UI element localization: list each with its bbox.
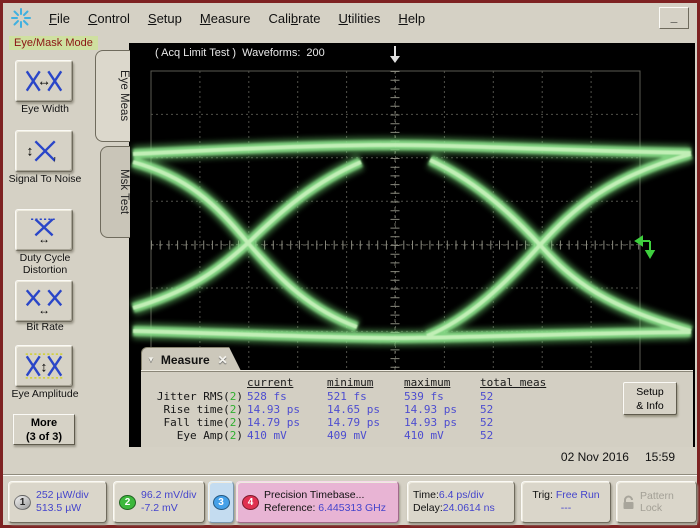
bit-rate-button[interactable]: ↔ (15, 280, 73, 322)
footer-divider (3, 474, 697, 476)
acq-limit-label: ( Acq Limit Test ) (155, 47, 236, 59)
reference-label: Reference: (264, 502, 315, 514)
lock-icon (622, 495, 635, 510)
eye-amplitude-label: Eye Amplitude (3, 389, 87, 401)
minimize-icon: _ (671, 10, 678, 24)
acquisition-status: ( Acq Limit Test ) Waveforms: 200 (155, 47, 331, 59)
duty-cycle-distortion-label: Duty Cycle Distortion (3, 253, 87, 276)
channel4-timebase-button[interactable]: 4 Precision Timebase... Reference: 6.445… (236, 481, 399, 523)
bit-rate-icon: ↔ (22, 287, 66, 315)
channel2-badge: 2 (119, 495, 136, 510)
eye-width-button[interactable]: ↔ (15, 60, 73, 102)
svg-text:↕: ↕ (27, 142, 34, 158)
timebase-panel[interactable]: Time:6.4 ps/div Delay:24.0614 ns (407, 481, 515, 523)
channel1-badge: 1 (14, 495, 31, 510)
menu-help[interactable]: Help (398, 11, 425, 26)
measure-panel-tab[interactable]: ▼ Measure ✕ (141, 347, 241, 371)
ch2-scale: 96.2 mV/div (141, 489, 196, 501)
collapse-triangle-icon[interactable]: ▼ (147, 355, 155, 364)
pattern-lock-button[interactable]: PatternLock (616, 481, 697, 523)
more-button[interactable]: More (3 of 3) (13, 414, 75, 445)
tab-msk-test[interactable]: Msk Test (100, 146, 130, 238)
channel3-badge: 3 (213, 495, 230, 510)
setup-info-button[interactable]: Setup & Info (623, 382, 677, 415)
delay-label: Delay: (413, 502, 443, 514)
time-value: 6.4 ps/div (439, 489, 484, 501)
duty-cycle-distortion-button[interactable]: ↔ (15, 209, 73, 251)
mode-label: Eye/Mask Mode (9, 36, 98, 50)
time-text: 15:59 (645, 450, 675, 464)
signal-to-noise-label: Signal To Noise (3, 174, 87, 186)
time-label: Time: (413, 489, 439, 501)
eye-amplitude-button[interactable]: ↕ (15, 345, 73, 387)
svg-text:↕: ↕ (41, 358, 48, 374)
duty-cycle-distortion-icon: ↔ (22, 216, 66, 244)
agilent-logo-icon (11, 8, 31, 28)
datetime-display: 02 Nov 2016 15:59 (545, 450, 675, 464)
measure-panel-body: current minimum maximum total meas Jitte… (141, 370, 693, 447)
menu-utilities[interactable]: Utilities (339, 11, 381, 26)
eye-amplitude-icon: ↕ (22, 352, 66, 380)
waveforms-label: Waveforms: (242, 47, 300, 59)
svg-text:↔: ↔ (38, 303, 50, 315)
reference-value: 6.445313 GHz (318, 502, 386, 514)
timebase-title: Precision Timebase... (264, 489, 364, 501)
menu-measure[interactable]: Measure (200, 11, 251, 26)
oscilloscope-window: File Control Setup Measure Calibrate Uti… (0, 0, 700, 528)
menu-setup[interactable]: Setup (148, 11, 182, 26)
channel4-badge: 4 (242, 495, 259, 510)
eye-width-label: Eye Width (3, 104, 87, 116)
channel2-button[interactable]: 2 96.2 mV/div-7.2 mV (113, 481, 205, 523)
minimize-button[interactable]: _ (659, 7, 689, 29)
trig-sub: --- (561, 502, 572, 515)
svg-text:↑: ↑ (53, 154, 57, 164)
trigger-marker-icon (390, 46, 400, 63)
signal-to-noise-button[interactable]: ↕ ↑ (15, 130, 73, 172)
close-icon[interactable]: ✕ (218, 353, 228, 367)
menu-file[interactable]: File (49, 11, 70, 26)
ch2-offset: -7.2 mV (141, 502, 178, 514)
ch1-scale: 252 µW/div (36, 489, 89, 501)
trig-value: Free Run (556, 489, 600, 501)
menu-control[interactable]: Control (88, 11, 130, 26)
eye-width-icon: ↔ (22, 67, 66, 95)
ch1-offset: 513.5 µW (36, 502, 81, 514)
measure-panel-title: Measure (161, 353, 210, 367)
menu-calibrate[interactable]: Calibrate (268, 11, 320, 26)
trigger-button[interactable]: Trig: Free Run --- (521, 481, 611, 523)
channel3-button[interactable]: 3 (208, 481, 234, 523)
waveforms-count: 200 (306, 47, 324, 59)
bit-rate-label: Bit Rate (3, 322, 87, 334)
delay-value: 24.0614 ns (443, 502, 495, 514)
menu-bar: File Control Setup Measure Calibrate Uti… (3, 3, 697, 33)
signal-to-noise-icon: ↕ ↑ (22, 137, 66, 165)
svg-text:↔: ↔ (38, 232, 50, 244)
channel1-button[interactable]: 1 252 µW/div513.5 µW (8, 481, 107, 523)
svg-text:↔: ↔ (37, 72, 51, 88)
trig-label: Trig: (532, 489, 553, 501)
tab-eye-meas[interactable]: Eye Meas (95, 50, 130, 142)
date-text: 02 Nov 2016 (561, 450, 629, 464)
